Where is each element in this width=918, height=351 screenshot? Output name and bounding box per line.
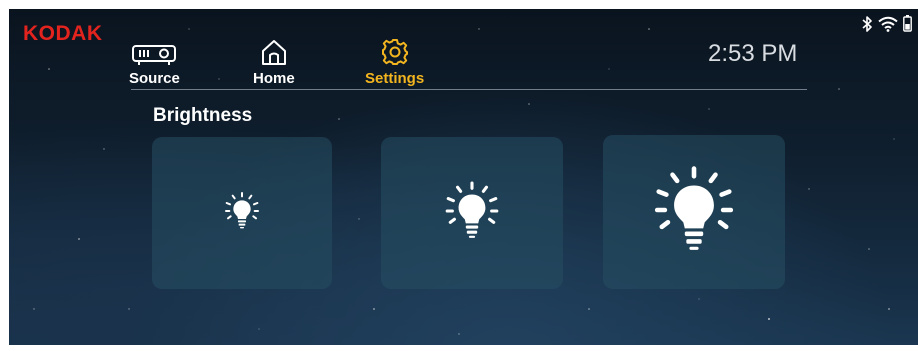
projector-icon xyxy=(131,36,177,66)
brightness-medium-button[interactable] xyxy=(381,137,563,289)
nav-home-label: Home xyxy=(253,70,295,87)
nav-settings[interactable]: Settings xyxy=(365,36,424,87)
gear-icon xyxy=(381,36,409,66)
home-icon xyxy=(259,36,289,66)
bluetooth-icon xyxy=(861,15,873,37)
lightbulb-medium-icon xyxy=(441,180,503,247)
nav-home[interactable]: Home xyxy=(253,36,295,87)
projector-screen: KODAK Source Home Settings 2:53 PM Brigh… xyxy=(9,9,918,345)
nav-settings-label: Settings xyxy=(365,70,425,87)
brightness-high-button[interactable] xyxy=(603,135,785,289)
status-bar xyxy=(861,15,912,37)
lightbulb-large-icon xyxy=(648,164,740,261)
nav-source[interactable]: Source xyxy=(129,36,180,87)
brightness-low-button[interactable] xyxy=(152,137,332,289)
top-edge-marker xyxy=(456,0,461,3)
lightbulb-small-icon xyxy=(222,191,262,236)
section-title-brightness: Brightness xyxy=(153,105,253,126)
battery-icon xyxy=(903,15,912,37)
kodak-logo: KODAK xyxy=(23,22,103,45)
header-divider xyxy=(131,89,807,90)
wifi-icon xyxy=(878,16,898,37)
nav-source-label: Source xyxy=(129,70,180,87)
clock-time: 2:53 PM xyxy=(708,40,798,67)
